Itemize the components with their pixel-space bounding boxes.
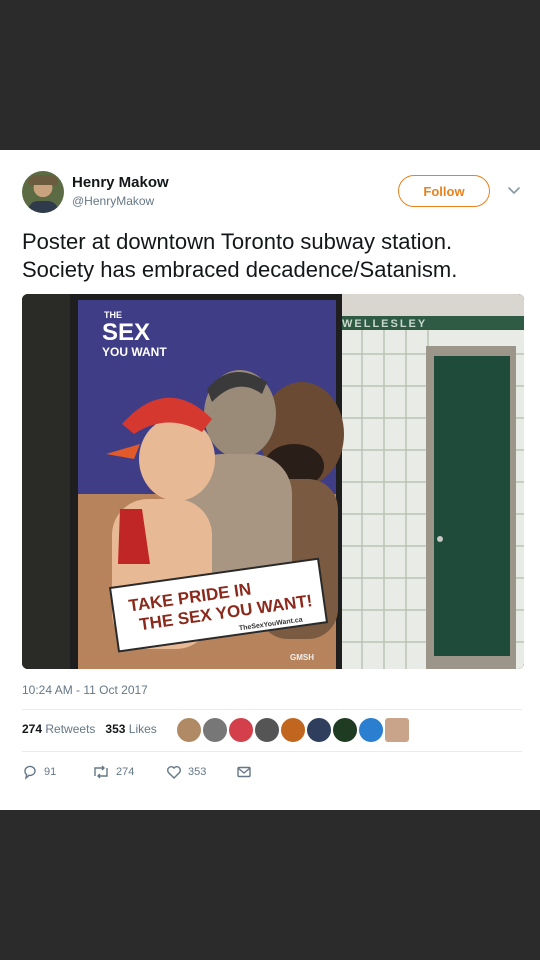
likes-label[interactable]: Likes (129, 722, 157, 736)
heart-icon (167, 766, 181, 779)
retweet-icon (94, 765, 108, 779)
tweet-timestamp[interactable]: 10:24 AM - 11 Oct 2017 (22, 683, 148, 697)
retweet-action[interactable]: 274 (92, 764, 134, 780)
tweet-text: Poster at downtown Toronto subway statio… (22, 228, 522, 284)
liker-avatar[interactable] (358, 717, 384, 743)
station-sign: WELLESLEY (342, 318, 427, 330)
divider (22, 709, 522, 710)
poster-sponsor: GMSH (290, 653, 314, 662)
reply-count: 91 (44, 766, 57, 778)
liker-avatar[interactable] (306, 717, 332, 743)
bottom-dark-bar (0, 810, 540, 960)
user-handle[interactable]: @HenryMakow (72, 194, 154, 208)
liker-avatar[interactable] (332, 717, 358, 743)
avatar-hat (28, 175, 58, 185)
retweets-count[interactable]: 274 (22, 722, 42, 736)
message-icon (237, 766, 251, 778)
liker-avatar[interactable] (280, 717, 306, 743)
retweets-label[interactable]: Retweets (45, 722, 95, 736)
reply-action[interactable]: 91 (22, 764, 56, 780)
user-name[interactable]: Henry Makow (72, 174, 169, 191)
tweet-text-line-2: Society has embraced decadence/Satanism. (22, 257, 458, 282)
direct-message-action[interactable] (236, 764, 252, 780)
divider (22, 751, 522, 752)
poster-photo-illustration: WELLESLEY THE SEX YOU WANT TAKE PRIDE IN… (22, 294, 524, 669)
likes-count[interactable]: 353 (105, 722, 125, 736)
avatar[interactable] (22, 171, 64, 213)
liker-avatar[interactable] (176, 717, 202, 743)
liker-avatar[interactable] (254, 717, 280, 743)
chevron-down-icon[interactable] (506, 182, 522, 198)
reply-icon (24, 765, 36, 780)
poster-brand-big: SEX (102, 319, 150, 346)
like-action[interactable]: 353 (166, 764, 206, 780)
engagement-stats: 274 Retweets 353 Likes (22, 722, 157, 736)
top-dark-bar (0, 0, 540, 150)
avatar-shirt (28, 201, 58, 213)
tweet-card: Henry Makow @HenryMakow Follow Poster at… (0, 150, 540, 810)
tweet-text-line-1: Poster at downtown Toronto subway statio… (22, 229, 453, 254)
liker-avatar[interactable] (384, 717, 410, 743)
tweet-photo[interactable]: WELLESLEY THE SEX YOU WANT TAKE PRIDE IN… (22, 294, 524, 669)
like-count: 353 (188, 766, 207, 778)
liker-avatar[interactable] (228, 717, 254, 743)
liker-avatar[interactable] (202, 717, 228, 743)
retweet-count: 274 (116, 766, 135, 778)
poster-brand-sub: YOU WANT (102, 345, 167, 359)
follow-button[interactable]: Follow (398, 175, 490, 207)
